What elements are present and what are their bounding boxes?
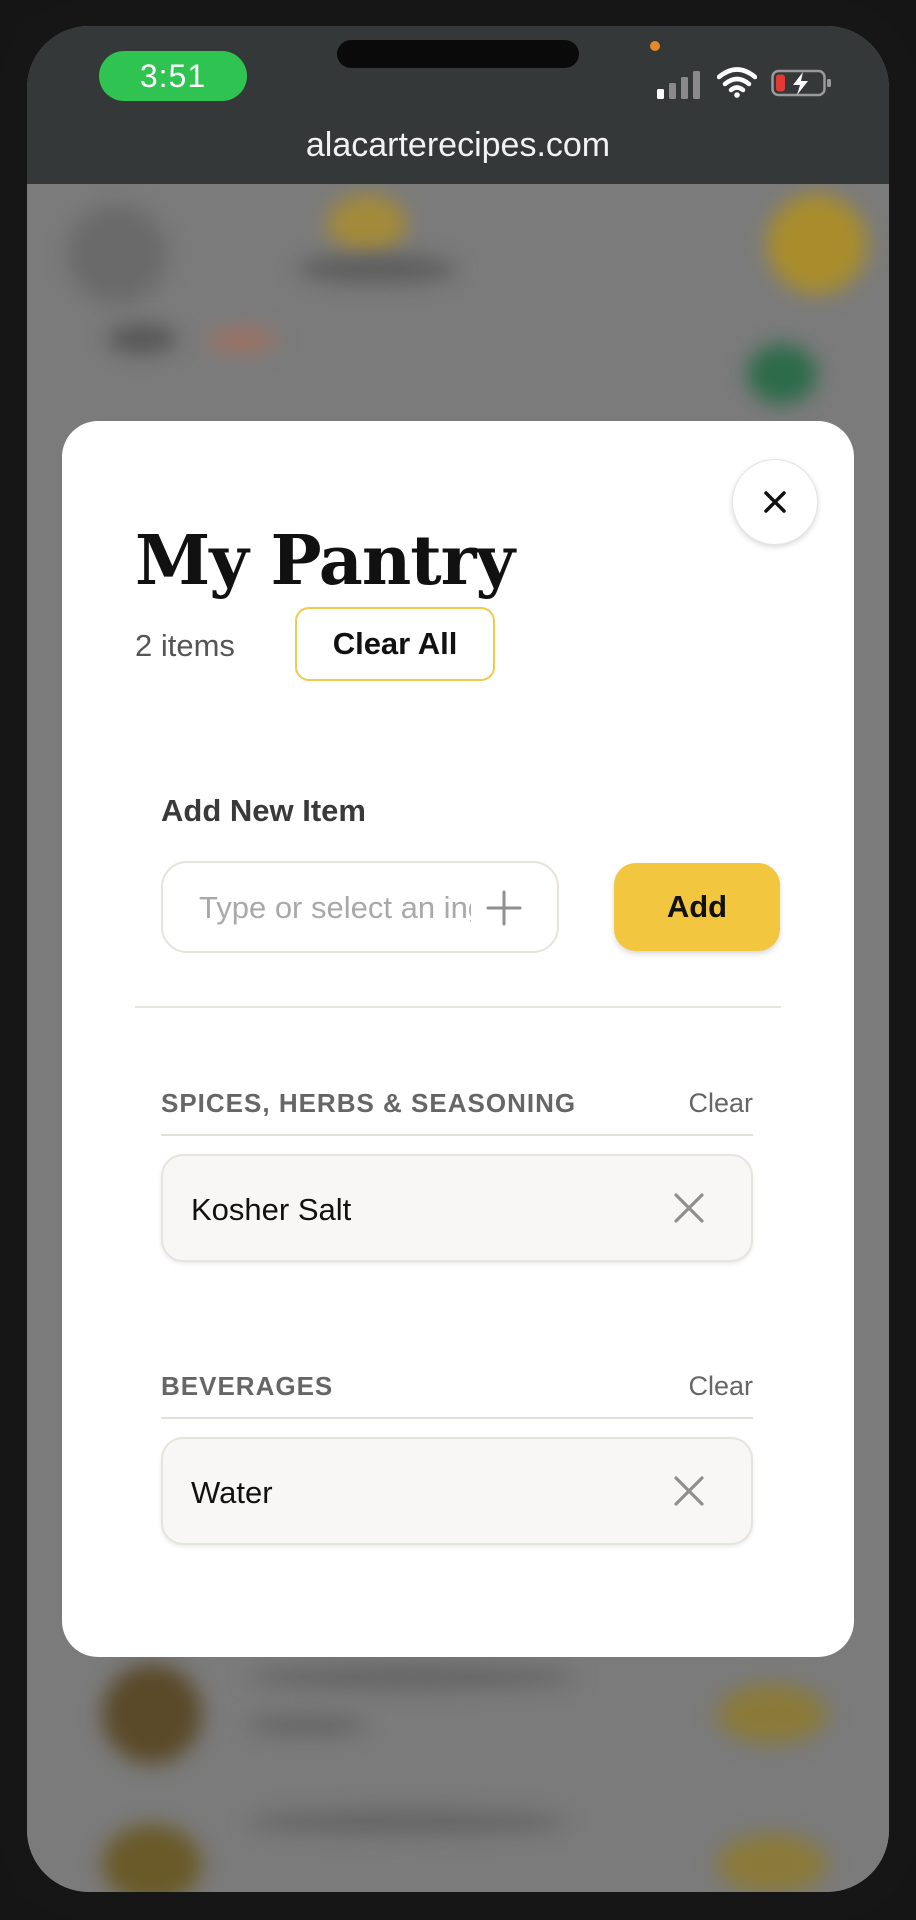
time-indicator[interactable]: 3:51	[99, 51, 247, 101]
remove-item-icon[interactable]	[671, 1473, 707, 1509]
category-divider	[161, 1134, 753, 1136]
category-header-beverages: BEVERAGES Clear	[161, 1371, 753, 1411]
category-name: SPICES, HERBS & SEASONING	[161, 1088, 577, 1118]
dynamic-island	[337, 40, 579, 68]
pantry-item: Water	[161, 1437, 753, 1545]
status-bar: 3:51 alacarterecipes.com	[27, 26, 889, 184]
category-header-spices: SPICES, HERBS & SEASONING Clear	[161, 1088, 753, 1128]
ingredient-input-wrapper[interactable]	[161, 861, 559, 953]
item-count: 2 items	[135, 628, 235, 663]
category-clear-button[interactable]: Clear	[688, 1088, 753, 1119]
add-button[interactable]: Add	[614, 863, 780, 951]
plus-icon[interactable]	[485, 889, 523, 927]
screen: 3:51 alacarterecipes.com My Pantry 2 ite…	[27, 26, 889, 1892]
url-bar[interactable]: alacarterecipes.com	[27, 126, 889, 165]
page-title: My Pantry	[135, 521, 515, 601]
category-divider	[161, 1417, 753, 1419]
phone-frame: 3:51 alacarterecipes.com My Pantry 2 ite…	[0, 0, 916, 1920]
battery-icon	[771, 69, 831, 97]
pantry-item: Kosher Salt	[161, 1154, 753, 1262]
clear-all-button[interactable]: Clear All	[295, 607, 495, 681]
remove-item-icon[interactable]	[671, 1190, 707, 1226]
pantry-modal: My Pantry 2 items Clear All Add New Item…	[62, 421, 854, 1657]
add-item-label: Add New Item	[161, 793, 366, 828]
pantry-item-name: Kosher Salt	[191, 1192, 352, 1227]
pantry-item-name: Water	[191, 1475, 273, 1510]
ingredient-input[interactable]	[199, 887, 471, 929]
close-button[interactable]	[732, 459, 818, 545]
category-clear-button[interactable]: Clear	[688, 1371, 753, 1402]
privacy-indicator-dot	[650, 41, 660, 51]
close-icon	[764, 491, 786, 513]
wifi-icon	[717, 67, 757, 98]
signal-icon	[657, 71, 700, 99]
category-name: BEVERAGES	[161, 1371, 334, 1401]
divider	[135, 1006, 781, 1008]
